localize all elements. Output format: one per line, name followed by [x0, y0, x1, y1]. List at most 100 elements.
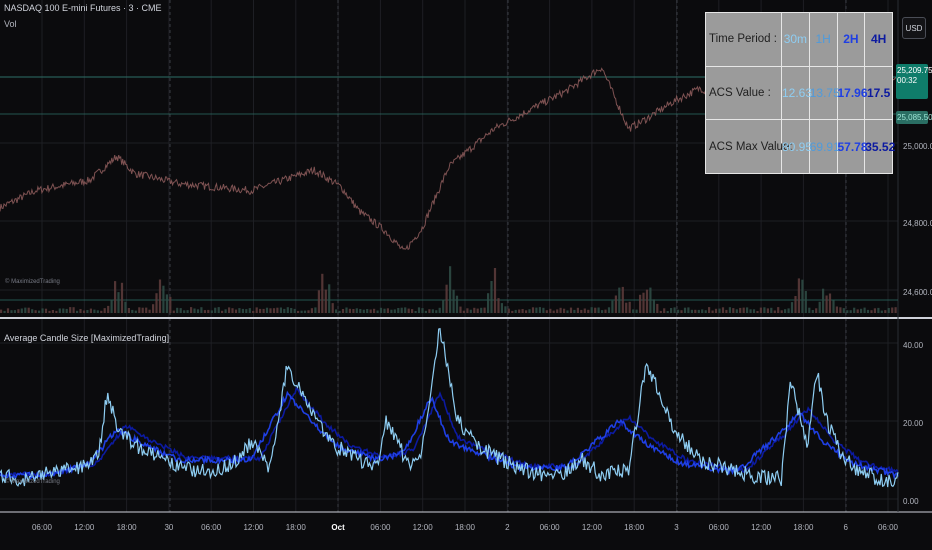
volume-bar [794, 296, 797, 313]
volume-bar [221, 310, 224, 313]
volume-bar [566, 310, 569, 313]
volume-bar [538, 307, 541, 313]
volume-bar [379, 307, 383, 313]
volume-bar [559, 307, 562, 313]
volume-bar [466, 308, 469, 313]
volume-bar [345, 307, 348, 313]
volume-bar [853, 307, 856, 313]
volume-bar [680, 310, 683, 313]
acs-value-1h: 13.75 [808, 65, 840, 121]
volume-bar [200, 307, 203, 313]
volume-bar [321, 273, 324, 313]
volume-bar [100, 310, 103, 313]
volume-legend[interactable]: Vol [4, 19, 17, 29]
time-axis-label: 06:00 [539, 523, 560, 532]
volume-bar [51, 310, 54, 313]
volume-bar [618, 287, 621, 313]
volume-bar [815, 308, 818, 313]
acs-max-4h: 35.52 [864, 119, 895, 174]
volume-bar [611, 300, 614, 313]
volume-bar [145, 307, 148, 313]
time-axis-label: 06:00 [201, 523, 222, 532]
time-axis-label: 06:00 [708, 523, 729, 532]
volume-bar [573, 309, 576, 313]
volume-bar [645, 289, 649, 313]
volume-bar [93, 309, 96, 313]
volume-bar [514, 309, 517, 313]
volume-bar [569, 307, 573, 313]
volume-bar [114, 281, 117, 313]
volume-bar [341, 309, 345, 313]
acs-value-2h: 17.96 [836, 65, 868, 121]
volume-bar [697, 309, 700, 313]
volume-bar [531, 307, 535, 313]
volume-bar [528, 309, 531, 313]
volume-bar [784, 309, 787, 313]
volume-bar [183, 310, 186, 313]
volume-bar [397, 308, 400, 313]
volume-bar [718, 308, 721, 313]
indicator-title[interactable]: Average Candle Size [MaximizedTrading] [4, 333, 169, 343]
volume-bar [404, 307, 407, 313]
volume-bar [411, 309, 414, 313]
volume-bar [117, 292, 120, 313]
volume-bar [842, 308, 845, 313]
symbol-title[interactable]: NASDAQ 100 E-mini Futures · 3 · CME [4, 3, 162, 13]
volume-bar [590, 307, 593, 313]
bar-countdown: 00:32 [897, 76, 918, 85]
volume-bar [110, 299, 113, 313]
volume-bar [107, 305, 110, 313]
volume-bar [891, 307, 894, 313]
volume-bar [442, 299, 445, 313]
volume-bar [231, 308, 234, 313]
volume-bar [210, 310, 213, 313]
volume-bar [652, 299, 655, 313]
indicator-watermark: © MaximizedTrading [5, 479, 60, 485]
volume-bar [55, 310, 58, 313]
volume-bar [808, 307, 811, 313]
volume-bar [635, 309, 638, 313]
trading-chart: NASDAQ 100 E-mini Futures · 3 · CME Vol … [0, 0, 932, 550]
volume-bar [138, 307, 141, 313]
volume-bar [894, 307, 897, 313]
volume-bar [576, 307, 579, 313]
volume-bar [860, 308, 863, 313]
volume-bar [0, 309, 3, 313]
volume-bar [158, 279, 162, 313]
volume-bar [704, 310, 707, 313]
time-axis-label: 06:00 [877, 523, 899, 532]
volume-bar [607, 307, 611, 313]
volume-bar [424, 310, 427, 313]
volume-bar [431, 309, 434, 313]
volume-bar [690, 309, 693, 313]
volume-bar [300, 310, 303, 313]
volume-bar [714, 308, 718, 313]
volume-bar [17, 309, 20, 313]
time-axis-label: 3 [674, 523, 679, 532]
volume-bar [625, 302, 628, 313]
volume-bar [877, 307, 880, 313]
acs-max-1h: 69.91 [808, 119, 840, 174]
volume-bar [79, 309, 82, 313]
volume-bar [255, 307, 258, 313]
volume-bar [597, 307, 600, 313]
volume-bar [172, 310, 175, 313]
volume-bar [103, 308, 106, 313]
volume-bar [179, 308, 182, 313]
volume-bar [162, 285, 165, 313]
volume-bar [839, 307, 842, 313]
currency-button[interactable]: USD [902, 17, 926, 39]
volume-bar [749, 309, 752, 313]
current-price: 25,209.75 [897, 66, 932, 75]
volume-bar [27, 307, 30, 313]
volume-bar [393, 309, 396, 313]
volume-bar [835, 306, 838, 313]
volume-bar [34, 310, 37, 313]
acs-time-period-label: Time Period : [705, 12, 782, 67]
volume-bar [196, 309, 200, 313]
volume-bar [72, 307, 75, 313]
volume-bar [476, 308, 479, 313]
volume-bar [297, 310, 300, 313]
volume-bar [438, 307, 441, 313]
volume-bar [310, 308, 313, 313]
